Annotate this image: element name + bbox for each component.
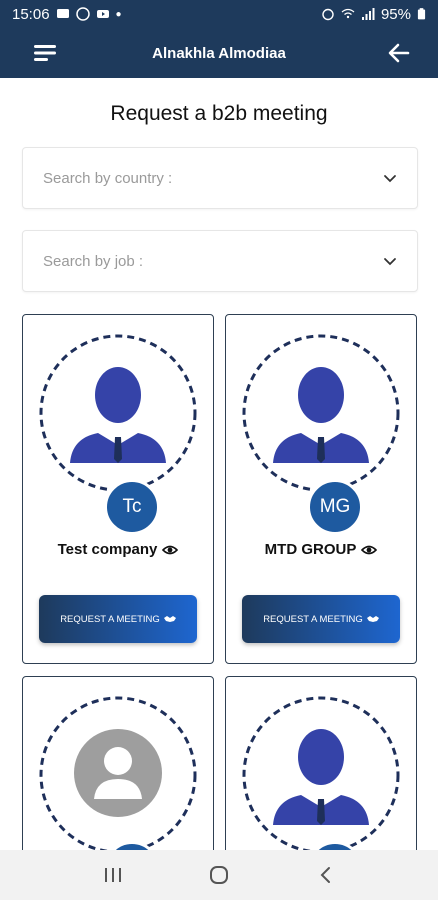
request-meeting-button[interactable]: REQUEST A MEETING: [39, 595, 197, 643]
request-meeting-label: REQUEST A MEETING: [263, 613, 363, 625]
company-name: MTD GROUP: [226, 541, 416, 558]
system-nav-bar: [0, 850, 438, 900]
job-select[interactable]: Search by job :: [22, 230, 418, 292]
back-button[interactable]: [310, 860, 340, 890]
company-card[interactable]: Tc Test company REQUEST A MEETING: [22, 314, 214, 664]
alarm-icon: [322, 8, 334, 21]
company-name-text: MTD GROUP: [264, 541, 357, 558]
app-title: Alnakhla Almodiaa: [152, 44, 286, 62]
recent-apps-button[interactable]: [98, 860, 128, 890]
company-card[interactable]: MG: [22, 676, 214, 876]
request-meeting-button[interactable]: REQUEST A MEETING: [242, 595, 400, 643]
youtube-icon: [96, 10, 109, 18]
handshake-icon: [163, 616, 176, 622]
job-select-placeholder: Search by job :: [43, 252, 144, 270]
person-suit-icon: [70, 367, 166, 463]
app-bar: Alnakhla Almodiaa: [0, 28, 438, 78]
handshake-icon: [366, 616, 379, 622]
recent-apps-icon: [105, 868, 121, 882]
company-card[interactable]: Ma: [225, 676, 417, 876]
company-name: Test company: [23, 541, 213, 558]
company-name-text: Test company: [57, 541, 158, 558]
country-select-placeholder: Search by country :: [43, 169, 173, 187]
eye-icon[interactable]: [361, 544, 378, 556]
company-card[interactable]: MG MTD GROUP REQUEST A MEETING: [225, 314, 417, 664]
request-meeting-label: REQUEST A MEETING: [60, 613, 160, 625]
company-initials-badge: MG: [307, 479, 363, 535]
status-time: 15:06: [12, 5, 50, 23]
notification-dot-icon: ●: [115, 8, 122, 20]
person-placeholder-icon: [74, 729, 162, 817]
chevron-down-icon: [384, 258, 396, 266]
home-icon: [210, 866, 228, 884]
battery-level: 95%: [380, 5, 411, 23]
battery-icon: [417, 8, 426, 20]
company-avatar: Tc: [38, 333, 198, 535]
status-bar: 15:06 ● 95%: [0, 0, 438, 28]
company-avatar: MG: [38, 695, 198, 875]
menu-icon[interactable]: [34, 44, 56, 62]
sms-icon: [56, 9, 69, 18]
person-suit-icon: [273, 367, 369, 463]
company-initials-badge: Tc: [104, 479, 160, 535]
person-suit-icon: [273, 729, 369, 825]
company-avatar: MG: [241, 333, 401, 535]
country-select[interactable]: Search by country :: [22, 147, 418, 209]
signal-icon: [361, 8, 375, 20]
back-chevron-icon: [320, 867, 330, 883]
wifi-icon: [341, 8, 355, 19]
page-title: Request a b2b meeting: [110, 102, 328, 125]
whatsapp-icon: [75, 7, 90, 21]
home-button[interactable]: [204, 860, 234, 890]
chevron-down-icon: [384, 175, 396, 183]
company-avatar: Ma: [241, 695, 401, 875]
eye-icon[interactable]: [162, 544, 179, 556]
back-arrow-icon[interactable]: [388, 42, 410, 64]
